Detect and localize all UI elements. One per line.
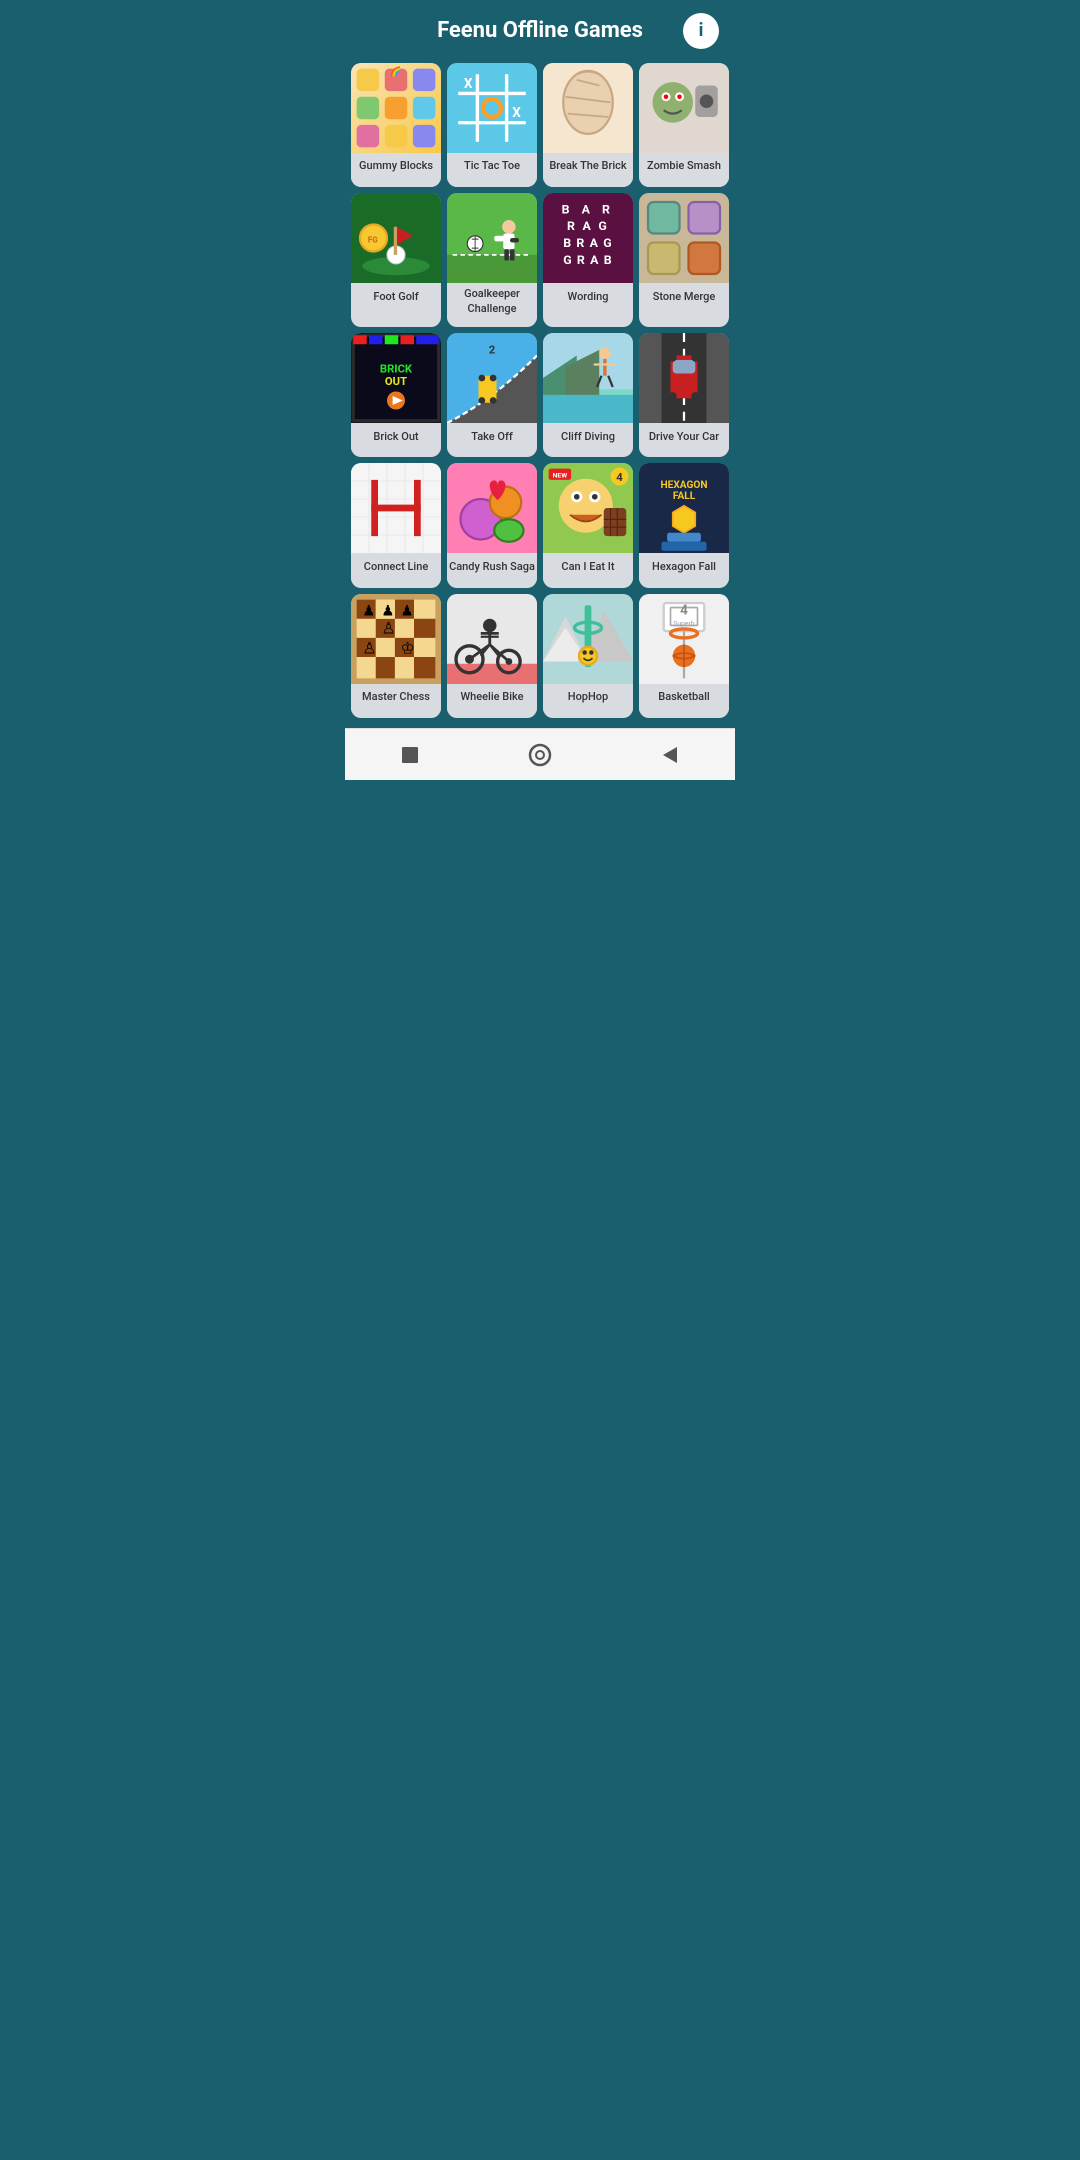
game-card-gummy-blocks[interactable]: 🌈 Gummy Blocks xyxy=(351,63,441,187)
game-label-wheelie-bike: Wheelie Bike xyxy=(447,684,537,712)
game-card-basketball[interactable]: 4 Superb Basketball xyxy=(639,594,729,718)
game-card-tic-tac-toe[interactable]: X X Tic Tac Toe xyxy=(447,63,537,187)
game-label-goalkeeper-challenge: Goalkeeper Challenge xyxy=(447,283,537,321)
game-label-connect-line: Connect Line xyxy=(351,553,441,581)
svg-text:B R A G: B R A G xyxy=(563,237,613,251)
svg-text:♙: ♙ xyxy=(362,638,376,657)
svg-text:♟: ♟ xyxy=(381,601,394,619)
game-thumb-candy-rush-saga xyxy=(447,463,537,553)
svg-text:FALL: FALL xyxy=(673,491,696,502)
game-card-can-eat-it[interactable]: NEW 4 Can I Eat It xyxy=(543,463,633,587)
info-button[interactable]: i xyxy=(683,13,719,49)
game-card-brick-out[interactable]: BRICK OUT Brick Out xyxy=(351,333,441,457)
game-card-wheelie-bike[interactable]: Wheelie Bike xyxy=(447,594,537,718)
svg-text:G R A B: G R A B xyxy=(563,254,613,268)
game-label-zombie-smash: Zombie Smash xyxy=(639,153,729,181)
svg-text:HEXAGON: HEXAGON xyxy=(661,480,708,491)
game-thumb-goalkeeper-challenge xyxy=(447,193,537,283)
svg-text:🌈: 🌈 xyxy=(390,65,401,77)
game-label-break-the-brick: Break The Brick xyxy=(543,153,633,181)
game-card-zombie-smash[interactable]: Zombie Smash xyxy=(639,63,729,187)
game-card-wording[interactable]: B A R R A G B R A G G R A B Wording xyxy=(543,193,633,327)
svg-text:4: 4 xyxy=(680,602,688,618)
game-card-stone-merge[interactable]: Stone Merge xyxy=(639,193,729,327)
svg-text:OUT: OUT xyxy=(385,375,407,388)
game-thumb-basketball: 4 Superb xyxy=(639,594,729,684)
game-thumb-tic-tac-toe: X X xyxy=(447,63,537,153)
svg-text:FG: FG xyxy=(368,236,378,245)
game-thumb-foot-golf: FG xyxy=(351,193,441,283)
game-card-cliff-diving[interactable]: Cliff Diving xyxy=(543,333,633,457)
game-label-hophop: HopHop xyxy=(543,684,633,712)
game-thumb-hexagon-fall: HEXAGON FALL xyxy=(639,463,729,553)
svg-text:♔: ♔ xyxy=(401,638,415,657)
svg-text:X: X xyxy=(512,105,521,121)
svg-text:4: 4 xyxy=(616,471,623,484)
svg-text:BRICK: BRICK xyxy=(380,363,413,376)
game-thumb-take-off: 2 xyxy=(447,333,537,423)
svg-text:R A G: R A G xyxy=(567,220,609,234)
game-label-wording: Wording xyxy=(543,283,633,311)
svg-text:NEW: NEW xyxy=(553,472,568,480)
navigation-bar xyxy=(345,728,735,780)
game-thumb-can-eat-it: NEW 4 xyxy=(543,463,633,553)
game-thumb-brick-out: BRICK OUT xyxy=(351,333,441,423)
nav-back-button[interactable] xyxy=(656,741,684,769)
game-label-stone-merge: Stone Merge xyxy=(639,283,729,311)
game-thumb-wheelie-bike xyxy=(447,594,537,684)
game-card-break-the-brick[interactable]: Break The Brick xyxy=(543,63,633,187)
svg-text:♙: ♙ xyxy=(381,618,395,637)
game-label-master-chess: Master Chess xyxy=(351,684,441,712)
game-card-master-chess[interactable]: ♟ ♟ ♟ ♙ ♙ ♔ Master Chess xyxy=(351,594,441,718)
app-header: Feenu Offline Games i xyxy=(345,0,735,57)
game-label-can-eat-it: Can I Eat It xyxy=(543,553,633,581)
game-card-hophop[interactable]: HopHop xyxy=(543,594,633,718)
game-label-candy-rush-saga: Candy Rush Saga xyxy=(447,553,537,581)
game-thumb-break-the-brick xyxy=(543,63,633,153)
svg-text:♟: ♟ xyxy=(401,601,414,619)
game-thumb-drive-your-car xyxy=(639,333,729,423)
game-label-cliff-diving: Cliff Diving xyxy=(543,423,633,451)
game-card-take-off[interactable]: 2 Take Off xyxy=(447,333,537,457)
svg-text:B A R: B A R xyxy=(562,204,615,218)
game-label-tic-tac-toe: Tic Tac Toe xyxy=(447,153,537,181)
game-thumb-connect-line xyxy=(351,463,441,553)
game-thumb-master-chess: ♟ ♟ ♟ ♙ ♙ ♔ xyxy=(351,594,441,684)
game-thumb-stone-merge xyxy=(639,193,729,283)
svg-text:Superb: Superb xyxy=(673,619,694,627)
game-card-candy-rush-saga[interactable]: Candy Rush Saga xyxy=(447,463,537,587)
game-label-basketball: Basketball xyxy=(639,684,729,712)
game-label-hexagon-fall: Hexagon Fall xyxy=(639,553,729,581)
game-label-foot-golf: Foot Golf xyxy=(351,283,441,311)
game-thumb-gummy-blocks: 🌈 xyxy=(351,63,441,153)
game-thumb-zombie-smash xyxy=(639,63,729,153)
games-grid: 🌈 Gummy Blocks X X Tic Tac Toe xyxy=(345,57,735,728)
game-label-take-off: Take Off xyxy=(447,423,537,451)
game-label-gummy-blocks: Gummy Blocks xyxy=(351,153,441,181)
game-thumb-wording: B A R R A G B R A G G R A B xyxy=(543,193,633,283)
nav-square-button[interactable] xyxy=(396,741,424,769)
game-card-connect-line[interactable]: Connect Line xyxy=(351,463,441,587)
app-title: Feenu Offline Games xyxy=(437,18,643,43)
game-card-goalkeeper-challenge[interactable]: Goalkeeper Challenge xyxy=(447,193,537,327)
svg-text:2: 2 xyxy=(489,343,496,356)
game-card-drive-your-car[interactable]: Drive Your Car xyxy=(639,333,729,457)
svg-text:♟: ♟ xyxy=(362,601,375,619)
game-card-foot-golf[interactable]: FG Foot Golf xyxy=(351,193,441,327)
nav-home-button[interactable] xyxy=(526,741,554,769)
game-thumb-hophop xyxy=(543,594,633,684)
game-label-drive-your-car: Drive Your Car xyxy=(639,423,729,451)
game-card-hexagon-fall[interactable]: HEXAGON FALL Hexagon Fall xyxy=(639,463,729,587)
svg-text:X: X xyxy=(464,76,473,92)
game-thumb-cliff-diving xyxy=(543,333,633,423)
game-label-brick-out: Brick Out xyxy=(351,423,441,451)
